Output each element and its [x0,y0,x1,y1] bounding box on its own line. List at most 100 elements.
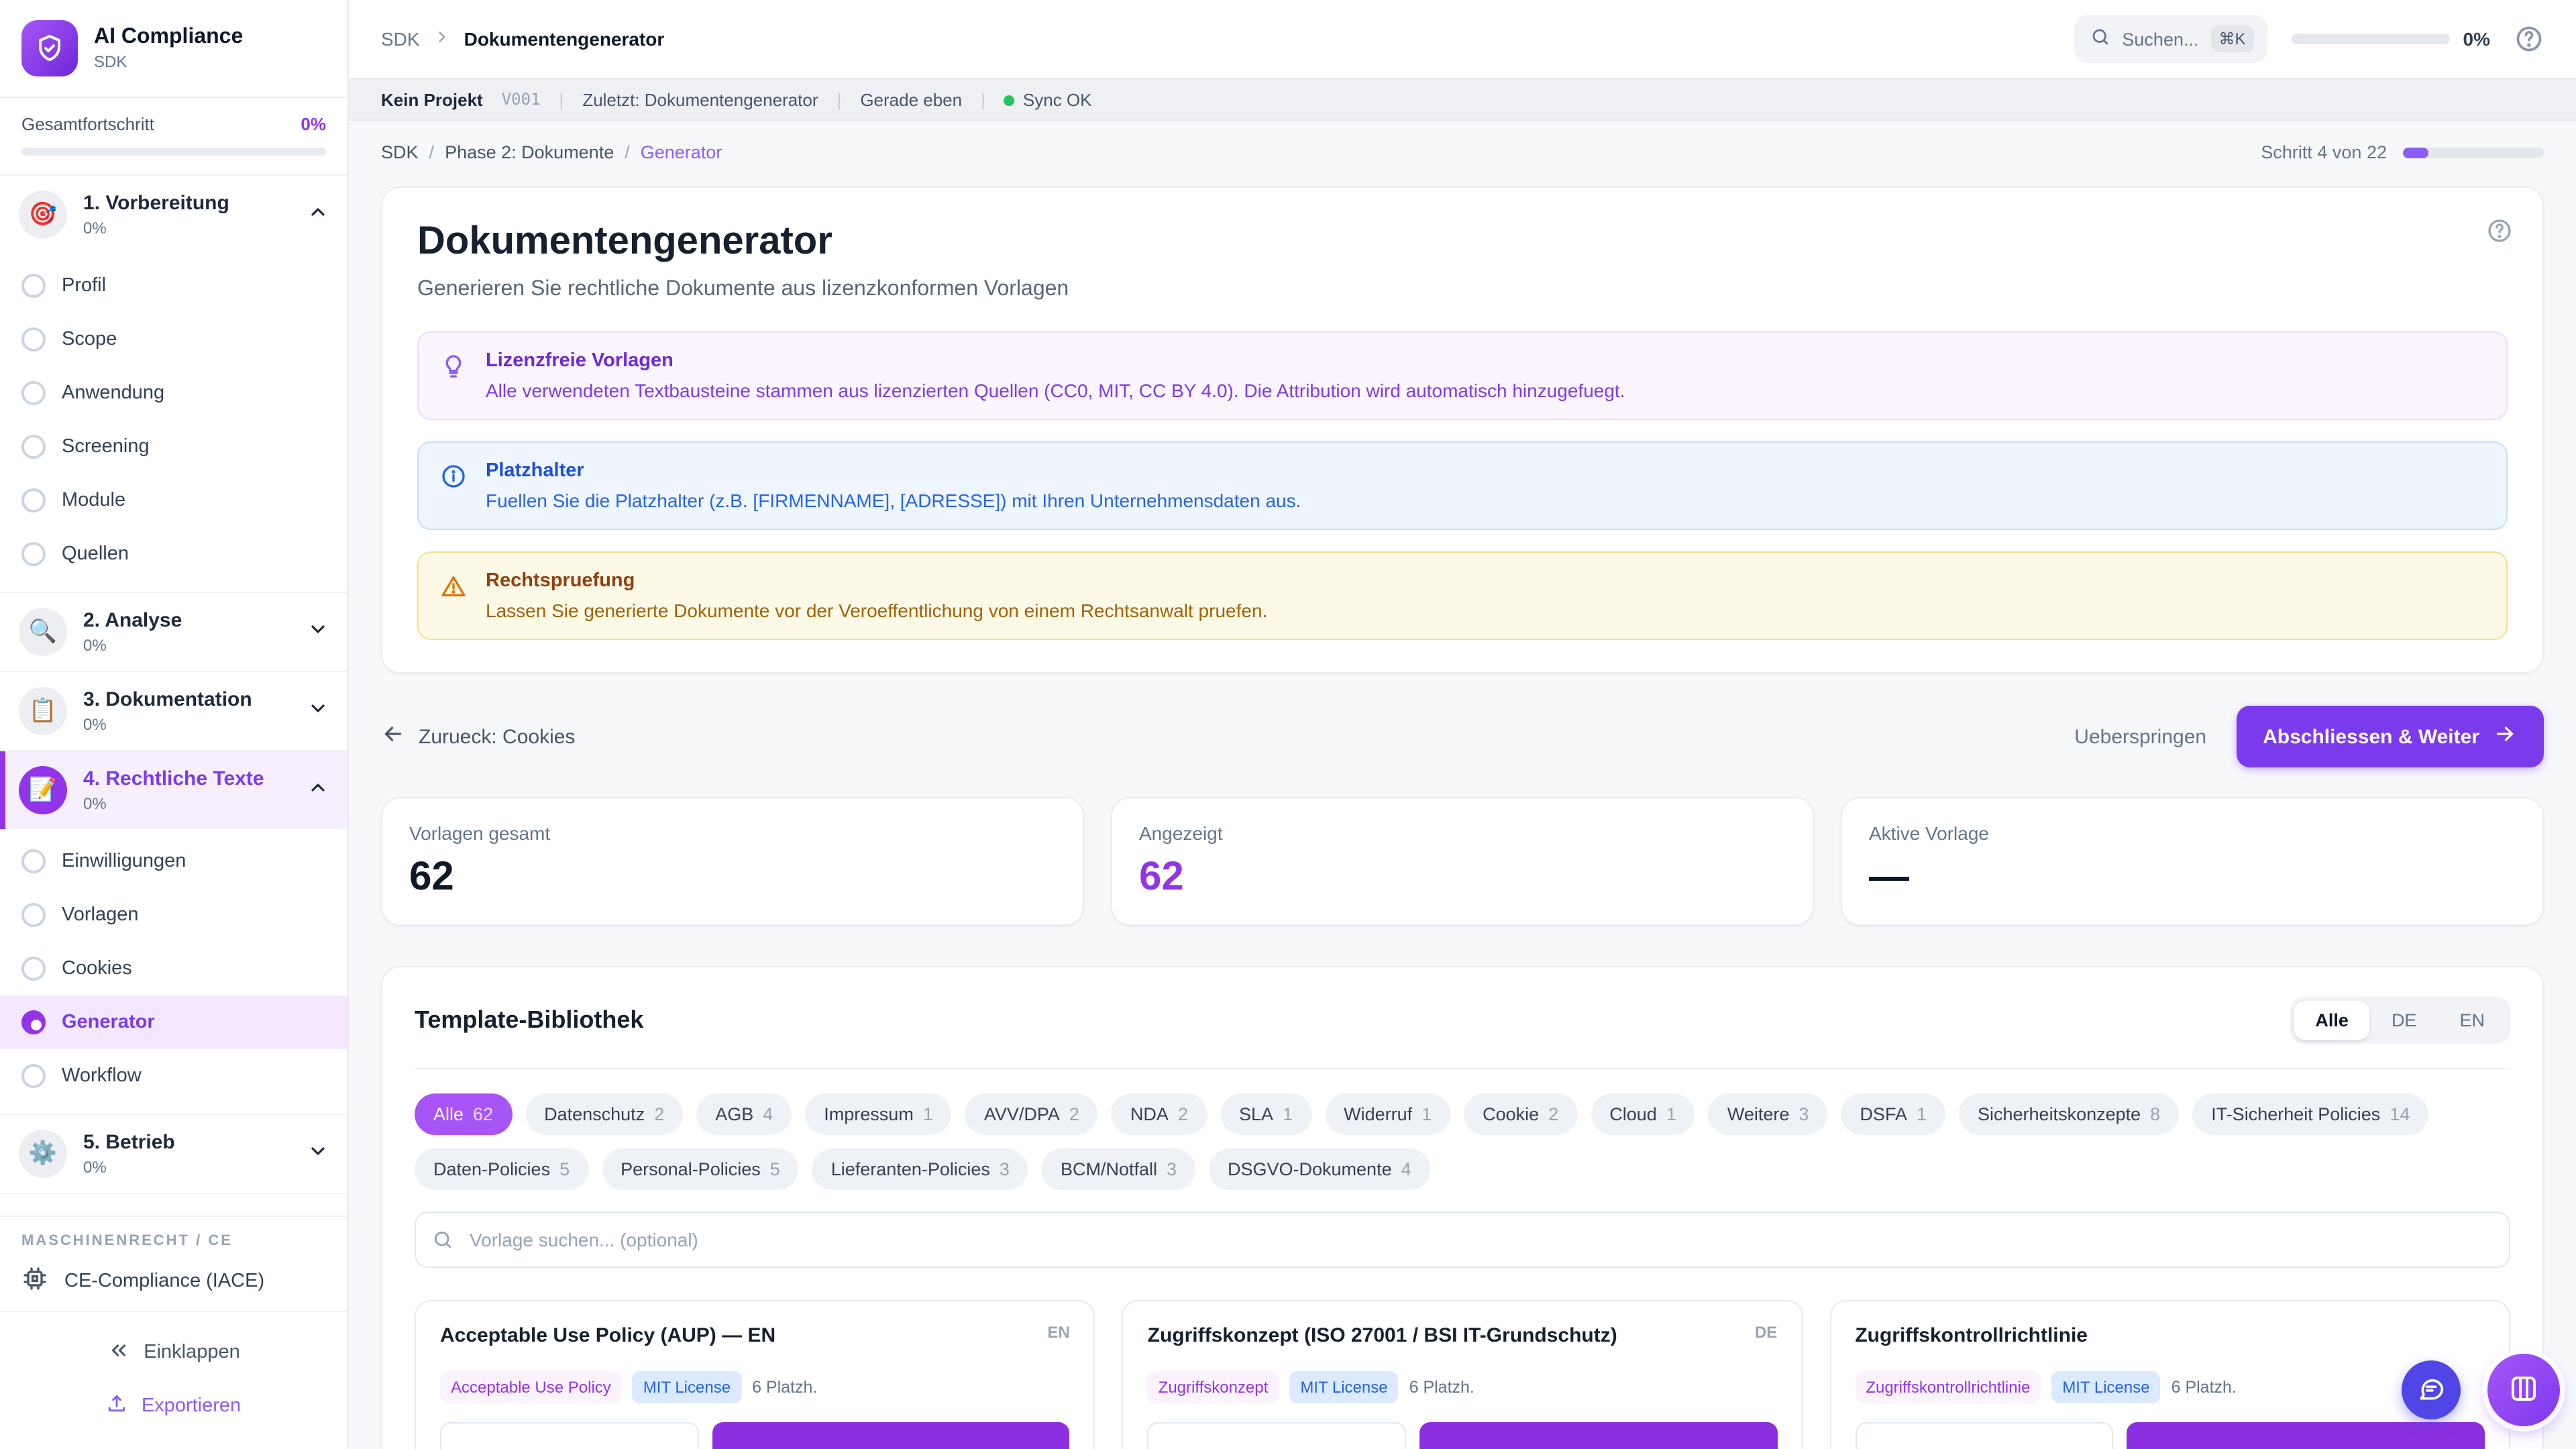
section-header-3-dokumentation[interactable]: 📋3. Dokumentation0% [0,672,347,750]
chevron-down-icon [307,697,329,725]
divider: / [429,142,435,162]
section-title: 1. Vorbereitung [83,192,229,216]
sidebar-item-anwendung[interactable]: Anwendung [0,366,347,420]
sidebar-item-scope[interactable]: Scope [0,313,347,366]
filter-chip-avv-dpa[interactable]: AVV/DPA2 [965,1093,1098,1135]
project-status: Kein Projekt [381,89,483,109]
template-search [415,1212,2510,1268]
hero-help-icon[interactable] [2486,217,2513,248]
app-title: AI Compliance [94,25,243,50]
stat-value: 62 [1139,855,1786,900]
template-card-zugriffskonzept-iso-27001-bsi-it-grundschutz: Zugriffskonzept (ISO 27001 / BSI IT-Grun… [1122,1300,1803,1449]
filter-chip-it-sicherheit-policies[interactable]: IT-Sicherheit Policies14 [2192,1093,2428,1135]
template-card-acceptable-use-policy-aup-en: Acceptable Use Policy (AUP) — ENENAccept… [415,1300,1095,1449]
section-header-5-betrieb[interactable]: ⚙️5. Betrieb0% [0,1115,347,1193]
filter-chip-personal-policies[interactable]: Personal-Policies5 [602,1148,799,1190]
timestamp-status: Gerade eben [860,89,962,109]
step-indicator: Schritt 4 von 22 [2261,142,2544,162]
stat-label: Vorlagen gesamt [409,822,1056,844]
sidebar-item-generator[interactable]: Generator [0,996,347,1049]
back-button[interactable]: Zurueck: Cookies [381,722,575,751]
topbar-breadcrumb: SDK Dokumentengenerator [381,28,664,50]
filter-chip-dsfa[interactable]: DSFA1 [1841,1093,1945,1135]
radio-icon [21,1064,46,1088]
template-title: Zugriffskontrollrichtlinie [1855,1323,2101,1349]
notice-body: Fuellen Sie die Platzhalter (z.B. [FIRME… [486,490,1301,511]
collapse-sidebar-button[interactable]: Einklappen [0,1326,347,1379]
feedback-chat-fab[interactable] [2402,1360,2461,1419]
global-search-button[interactable]: Suchen... ⌘K [2074,15,2267,63]
filter-chip-nda[interactable]: NDA2 [1112,1093,1207,1135]
export-button[interactable]: Exportieren [0,1379,347,1433]
chip-count: 8 [2150,1104,2160,1124]
filter-chip-alle[interactable]: Alle62 [415,1093,512,1135]
section-header-4-rechtliche-texte[interactable]: 📝4. Rechtliche Texte0% [0,751,347,829]
sidebar-item-profil[interactable]: Profil [0,259,347,313]
skip-button[interactable]: Ueberspringen [2074,725,2206,748]
template-category-tag: Acceptable Use Policy [440,1371,622,1403]
template-generate-button[interactable] [1419,1421,1778,1449]
filter-chip-widerruf[interactable]: Widerruf1 [1325,1093,1450,1135]
notice-license-free: Lizenzfreie Vorlagen Alle verwendeten Te… [417,331,2508,420]
filter-chip-sla[interactable]: SLA1 [1220,1093,1311,1135]
filter-chip-sicherheitskonzepte[interactable]: Sicherheitskonzepte8 [1959,1093,2179,1135]
topbar-breadcrumb-sdk[interactable]: SDK [381,28,420,50]
lang-tab-de[interactable]: DE [2370,1001,2438,1040]
sidebar-item-quellen[interactable]: Quellen [0,527,347,581]
sidebar-item-screening[interactable]: Screening [0,420,347,474]
sidebar-item-einwilligungen[interactable]: Einwilligungen [0,835,347,888]
filter-chip-cookie[interactable]: Cookie2 [1464,1093,1577,1135]
lang-tab-en[interactable]: EN [2438,1001,2506,1040]
breadcrumb-phase[interactable]: Phase 2: Dokumente [445,142,614,162]
section-title: 2. Analyse [83,609,182,633]
chip-count: 2 [1548,1104,1558,1124]
breadcrumb-sdk[interactable]: SDK [381,142,419,162]
radio-icon [21,327,46,352]
step-label: Schritt 4 von 22 [2261,142,2387,162]
lang-tab-alle[interactable]: Alle [2294,1001,2370,1040]
stat-card-shown: Angezeigt 62 [1111,797,1814,926]
sidebar-item-module[interactable]: Module [0,474,347,527]
filter-chip-agb[interactable]: AGB4 [696,1093,792,1135]
template-preview-button[interactable] [1148,1421,1406,1449]
info-icon [440,463,467,511]
chevron-down-icon [307,618,329,646]
sidebar-item-label: Profil [62,275,106,297]
filter-chip-cloud[interactable]: Cloud1 [1591,1093,1695,1135]
breadcrumb-current: Generator [641,142,722,162]
filter-chip-dsgvo-dokumente[interactable]: DSGVO-Dokumente4 [1209,1148,1430,1190]
template-generate-button[interactable] [712,1421,1070,1449]
radio-icon [21,849,46,873]
sidebar-item-workflow[interactable]: Workflow [0,1049,347,1103]
chevron-right-icon [433,28,451,50]
template-preview-button[interactable] [440,1421,698,1449]
template-grid: Acceptable Use Policy (AUP) — ENENAccept… [415,1300,2510,1449]
template-preview-button[interactable] [1855,1421,2113,1449]
section-header-2-analyse[interactable]: 🔍2. Analyse0% [0,593,347,671]
chip-count: 3 [1000,1159,1010,1179]
sidebar-item-vorlagen[interactable]: Vorlagen [0,888,347,942]
app-root: AI Compliance SDK Gesamtfortschritt 0% 🎯… [0,0,2576,1449]
sidebar-item-cookies[interactable]: Cookies [0,942,347,996]
panel-columns-fab[interactable] [2487,1354,2560,1426]
filter-chip-weitere[interactable]: Weitere3 [1709,1093,1828,1135]
sidebar-item-ce-compliance[interactable]: CE-Compliance (IACE) [21,1265,326,1297]
chip-count: 4 [1401,1159,1411,1179]
chip-label: AGB [715,1104,753,1124]
chip-count: 1 [1283,1104,1293,1124]
filter-chip-datenschutz[interactable]: Datenschutz2 [525,1093,683,1135]
template-generate-button[interactable] [2127,1421,2485,1449]
filter-chip-lieferanten-policies[interactable]: Lieferanten-Policies3 [812,1148,1028,1190]
section-header-1-vorbereitung[interactable]: 🎯1. Vorbereitung0% [0,176,347,254]
help-button[interactable] [2514,24,2544,54]
section-progress: 0% [83,715,252,734]
chip-label: Weitere [1727,1104,1790,1124]
finish-next-button[interactable]: Abschliessen & Weiter [2236,706,2544,767]
template-search-input[interactable] [415,1212,2510,1268]
template-placeholder-count: 6 Platzh. [2171,1377,2237,1396]
filter-chip-impressum[interactable]: Impressum1 [805,1093,952,1135]
chip-count: 1 [923,1104,933,1124]
filter-chip-bcm-notfall[interactable]: BCM/Notfall3 [1042,1148,1195,1190]
chip-label: Personal-Policies [621,1159,761,1179]
filter-chip-daten-policies[interactable]: Daten-Policies5 [415,1148,588,1190]
